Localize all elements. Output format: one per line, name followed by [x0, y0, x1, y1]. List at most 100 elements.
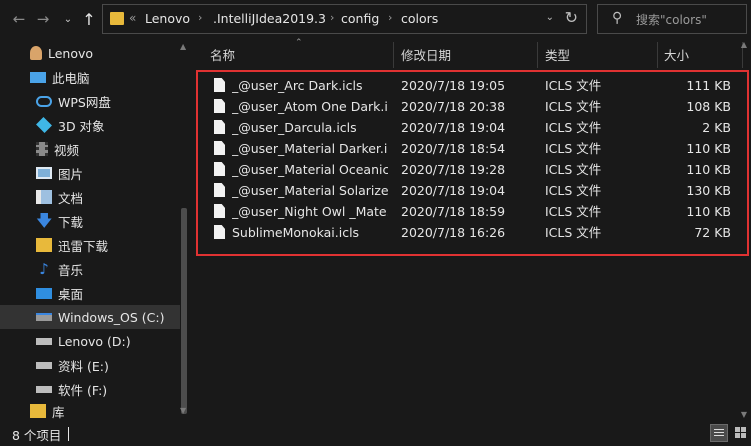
- sidebar-item-wps-cloud[interactable]: WPS网盘: [0, 89, 180, 113]
- column-header-name[interactable]: 名称: [210, 38, 235, 70]
- file-date: 2020/7/18 19:28: [401, 162, 506, 177]
- file-icon: [214, 99, 225, 113]
- sidebar-item-3d-objects[interactable]: 3D 对象: [0, 113, 180, 137]
- breadcrumb-lenovo[interactable]: Lenovo: [145, 11, 190, 26]
- status-divider: [68, 427, 69, 441]
- back-arrow-icon[interactable]: ←: [8, 0, 30, 38]
- address-dropdown-icon[interactable]: ⌄: [546, 12, 554, 23]
- column-header-size[interactable]: 大小: [664, 38, 689, 70]
- file-row[interactable]: _@user_Material Solarize... 2020/7/18 19…: [196, 180, 751, 201]
- sidebar-item-music[interactable]: ♪ 音乐: [0, 257, 180, 281]
- file-row[interactable]: _@user_Night Owl _Mate... 2020/7/18 18:5…: [196, 201, 751, 222]
- file-date: 2020/7/18 19:04: [401, 183, 506, 198]
- list-scroll-down-icon[interactable]: ▼: [741, 410, 747, 419]
- breadcrumb-separator-icon[interactable]: ›: [330, 11, 334, 24]
- file-name: _@user_Night Owl _Mate...: [232, 204, 388, 219]
- breadcrumb-separator-icon[interactable]: ›: [198, 11, 202, 24]
- cloud-icon: [36, 95, 52, 107]
- sidebar-scroll-down-icon[interactable]: ▼: [180, 406, 186, 415]
- column-header-type[interactable]: 类型: [545, 38, 570, 70]
- large-icons-view-icon[interactable]: [732, 424, 750, 442]
- sort-ascending-icon: ⌃: [295, 38, 303, 48]
- search-box[interactable]: ⚲: [597, 4, 747, 34]
- file-icon: [214, 183, 225, 197]
- sidebar-item-drive-c[interactable]: Windows_OS (C:): [0, 305, 180, 329]
- sidebar-item-libraries[interactable]: 库: [0, 401, 180, 421]
- up-arrow-icon[interactable]: ↑: [78, 0, 100, 38]
- navigation-toolbar: ← → ⌄ ↑ « Lenovo › .IntelliJIdea2019.3 ›…: [0, 0, 751, 38]
- file-row[interactable]: SublimeMonokai.icls 2020/7/18 16:26 ICLS…: [196, 222, 751, 243]
- file-name: SublimeMonokai.icls: [232, 225, 360, 240]
- details-view-icon[interactable]: [710, 424, 728, 442]
- search-icon: ⚲: [612, 10, 623, 26]
- sidebar-item-thunder-downloads[interactable]: 迅雷下载: [0, 233, 180, 257]
- column-divider[interactable]: [393, 42, 394, 68]
- file-type: ICLS 文件: [545, 183, 602, 198]
- sidebar-item-label: 音乐: [58, 262, 84, 278]
- user-folder-icon: [30, 46, 42, 60]
- file-icon: [214, 78, 225, 92]
- sidebar-item-label: WPS网盘: [58, 94, 111, 110]
- sidebar-item-label: 桌面: [58, 286, 84, 302]
- overflow-chevron-icon[interactable]: «: [129, 11, 136, 25]
- file-name: _@user_Material Oceanic...: [232, 162, 388, 177]
- file-name: _@user_Arc Dark.icls: [232, 78, 363, 93]
- sidebar-scrollbar-thumb[interactable]: [181, 208, 187, 414]
- file-name: _@user_Darcula.icls: [232, 120, 357, 135]
- drive-icon: [36, 385, 52, 393]
- file-type: ICLS 文件: [545, 204, 602, 219]
- navigation-pane: Lenovo 此电脑 WPS网盘 3D 对象 视频 图片 文档 🡇 下载 迅雷下…: [0, 38, 193, 422]
- column-divider[interactable]: [657, 42, 658, 68]
- file-type: ICLS 文件: [545, 225, 602, 240]
- sidebar-item-user-folder[interactable]: Lenovo: [0, 41, 180, 65]
- file-icon: [214, 204, 225, 218]
- sidebar-item-desktop[interactable]: 桌面: [0, 281, 180, 305]
- column-header-date[interactable]: 修改日期: [401, 38, 451, 70]
- sidebar-item-drive-d[interactable]: Lenovo (D:): [0, 329, 180, 353]
- breadcrumb-intellij[interactable]: .IntelliJIdea2019.3: [213, 11, 326, 26]
- file-size: 72 KB: [694, 225, 731, 240]
- video-icon: [36, 142, 48, 156]
- list-scroll-up-icon[interactable]: ▲: [741, 40, 747, 49]
- sidebar-item-videos[interactable]: 视频: [0, 137, 180, 161]
- file-date: 2020/7/18 20:38: [401, 99, 506, 114]
- library-icon: [30, 404, 46, 418]
- sidebar-item-label: Lenovo: [48, 45, 94, 61]
- file-row[interactable]: _@user_Atom One Dark.i... 2020/7/18 20:3…: [196, 96, 751, 117]
- address-bar[interactable]: « Lenovo › .IntelliJIdea2019.3 › config …: [102, 4, 587, 34]
- file-row[interactable]: _@user_Darcula.icls 2020/7/18 19:04 ICLS…: [196, 117, 751, 138]
- sidebar-item-label: 文档: [58, 190, 84, 206]
- sidebar-item-label: 迅雷下载: [58, 238, 109, 254]
- download-icon: 🡇: [36, 211, 53, 230]
- file-date: 2020/7/18 18:54: [401, 141, 506, 156]
- column-divider[interactable]: [537, 42, 538, 68]
- sidebar-item-downloads[interactable]: 🡇 下载: [0, 209, 180, 233]
- breadcrumb-colors[interactable]: colors: [401, 11, 438, 26]
- search-input[interactable]: [634, 10, 744, 30]
- file-row[interactable]: _@user_Arc Dark.icls 2020/7/18 19:05 ICL…: [196, 75, 751, 96]
- file-row[interactable]: _@user_Material Darker.i... 2020/7/18 18…: [196, 138, 751, 159]
- sidebar-item-drive-e[interactable]: 资料 (E:): [0, 353, 180, 377]
- system-drive-icon: [36, 313, 52, 321]
- folder-icon: [110, 12, 124, 25]
- recent-locations-chevron-icon[interactable]: ⌄: [57, 0, 79, 38]
- sidebar-item-this-pc[interactable]: 此电脑: [0, 65, 180, 89]
- sidebar-item-pictures[interactable]: 图片: [0, 161, 180, 185]
- item-count: 8 个项目: [12, 428, 62, 443]
- file-name: _@user_Material Solarize...: [232, 183, 388, 198]
- breadcrumb-separator-icon[interactable]: ›: [388, 11, 392, 24]
- forward-arrow-icon[interactable]: →: [32, 0, 54, 38]
- sidebar-item-label: 此电脑: [52, 70, 90, 86]
- file-size: 110 KB: [686, 141, 731, 156]
- thunder-folder-icon: [36, 238, 52, 252]
- sidebar-item-drive-f[interactable]: 软件 (F:): [0, 377, 180, 401]
- sidebar-scroll-up-icon[interactable]: ▲: [180, 42, 186, 51]
- refresh-icon[interactable]: ↻: [565, 8, 578, 27]
- file-date: 2020/7/18 19:05: [401, 78, 506, 93]
- sidebar-item-label: Lenovo (D:): [58, 333, 131, 349]
- file-icon: [214, 225, 225, 239]
- sidebar-item-documents[interactable]: 文档: [0, 185, 180, 209]
- file-type: ICLS 文件: [545, 120, 602, 135]
- breadcrumb-config[interactable]: config: [341, 11, 379, 26]
- file-row[interactable]: _@user_Material Oceanic... 2020/7/18 19:…: [196, 159, 751, 180]
